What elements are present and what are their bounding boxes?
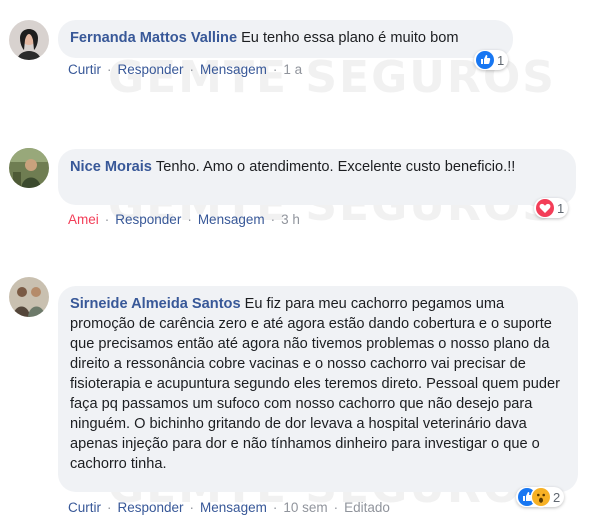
comment-actions: Curtir · Responder · Mensagem · 10 sem · Editado [68, 500, 390, 515]
separator: · [107, 500, 112, 515]
like-button[interactable]: Curtir [68, 500, 101, 515]
reaction-summary[interactable]: 2 [516, 487, 565, 507]
avatar[interactable] [9, 277, 49, 317]
reply-button[interactable]: Responder [118, 500, 184, 515]
comment-author[interactable]: Sirneide Almeida Santos [70, 296, 241, 312]
comment: Sirneide Almeida Santos Eu fiz para meu c… [0, 0, 602, 528]
reaction-count: 2 [553, 489, 561, 505]
separator: · [272, 500, 278, 515]
edited-label[interactable]: Editado [344, 500, 390, 515]
wow-icon [532, 488, 550, 506]
separator: · [189, 500, 195, 515]
comment-time[interactable]: 10 sem [283, 500, 327, 515]
comment-text: Eu fiz para meu cachorro pegamos uma pro… [70, 296, 561, 472]
separator: · [333, 500, 339, 515]
message-button[interactable]: Mensagem [200, 500, 267, 515]
comment-bubble: Sirneide Almeida Santos Eu fiz para meu c… [58, 286, 578, 492]
